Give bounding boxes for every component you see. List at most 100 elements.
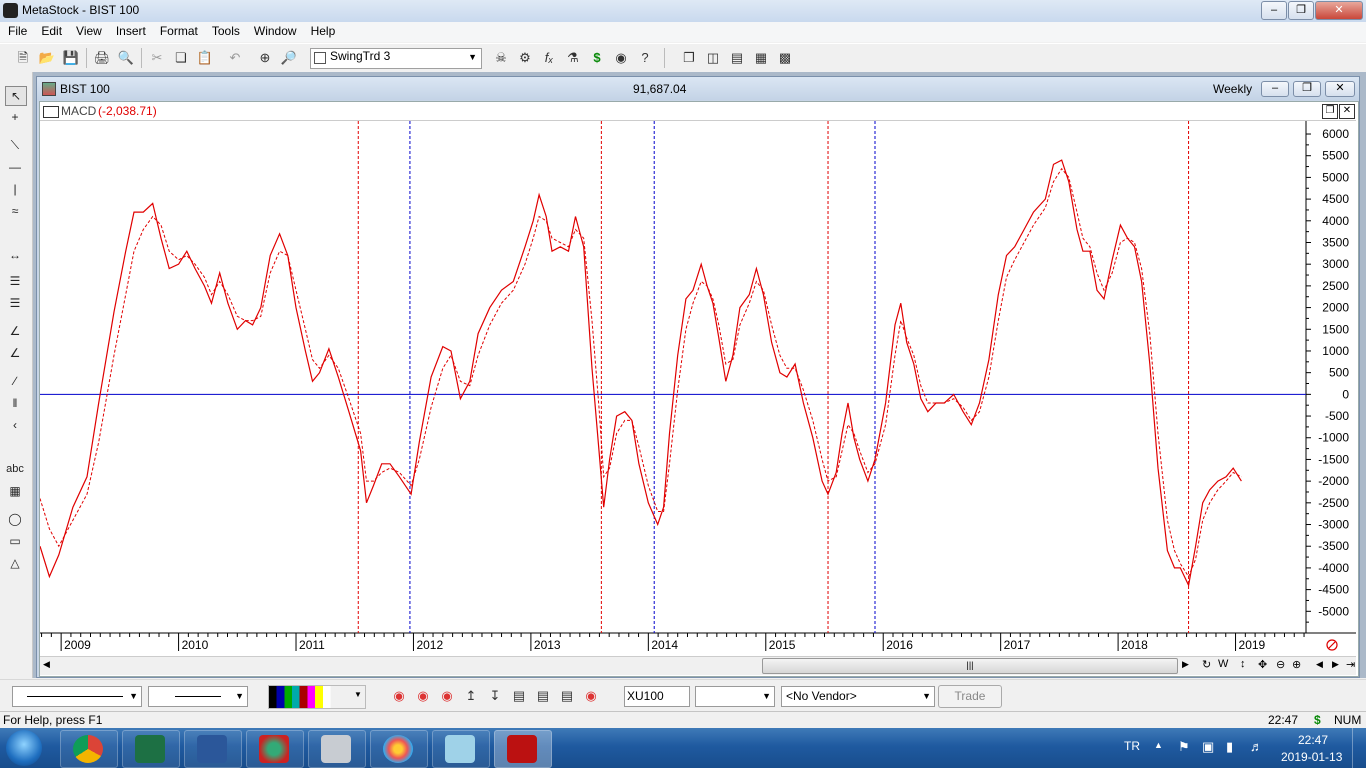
vertical-line-icon[interactable]: |: [5, 180, 25, 198]
scroll-icon[interactable]: ↔: [5, 246, 25, 264]
time-zones-icon[interactable]: ‖: [5, 394, 25, 412]
taskbar-paint[interactable]: [370, 730, 428, 768]
tile-grid-icon[interactable]: ▦: [752, 49, 770, 67]
formula-icon[interactable]: fₓ: [540, 49, 558, 67]
browser-icon-1[interactable]: ◉: [390, 687, 408, 705]
rectangle-icon[interactable]: ▭: [5, 532, 25, 550]
move-icon[interactable]: ✥: [1258, 658, 1267, 671]
undo-icon[interactable]: ↶: [226, 49, 244, 67]
taskbar-word[interactable]: [184, 730, 242, 768]
taskbar-metastock-net[interactable]: [246, 730, 304, 768]
explorer-icon[interactable]: ☠: [492, 49, 510, 67]
fibonacci-icon[interactable]: ☰: [5, 272, 25, 290]
dollar-icon[interactable]: $: [588, 49, 606, 67]
taskbar-chrome[interactable]: [60, 730, 118, 768]
close-button[interactable]: ✕: [1315, 1, 1363, 20]
system-tester-icon[interactable]: ⚗: [564, 49, 582, 67]
save-icon[interactable]: 💾: [62, 49, 80, 67]
horizontal-scrollbar[interactable]: ◀ ||| ▶ ↻ W ↕ ✥ ⊖ ⊕ ◀ ▶ ⇥: [40, 656, 1356, 675]
browser-icon-4[interactable]: ◉: [582, 687, 600, 705]
flag-icon[interactable]: ⚑: [1178, 739, 1190, 755]
zoom-vertical-icon[interactable]: ↕: [1240, 658, 1246, 670]
clock-date[interactable]: 2019-01-13: [1281, 750, 1342, 764]
device-icon[interactable]: ▣: [1202, 739, 1214, 755]
menu-file[interactable]: File: [0, 22, 33, 38]
page-right-icon[interactable]: ▶: [1332, 659, 1339, 670]
page-left-icon[interactable]: ◀: [1316, 659, 1323, 670]
menu-view[interactable]: View: [68, 22, 108, 38]
chart-restore-button[interactable]: ❐: [1293, 81, 1321, 97]
layout-icon-2[interactable]: ▤: [534, 687, 552, 705]
end-icon[interactable]: ⇥: [1346, 658, 1355, 671]
weekly-icon[interactable]: W: [1218, 658, 1228, 670]
trendline-icon[interactable]: ⟍: [5, 136, 25, 154]
ellipse-icon[interactable]: ◯: [5, 510, 25, 528]
clock-time[interactable]: 22:47: [1298, 733, 1328, 747]
template-select[interactable]: SwingTrd 3 ▼: [310, 48, 482, 69]
scroll-left-icon[interactable]: ◀: [43, 659, 50, 670]
scroll-thumb[interactable]: |||: [762, 658, 1178, 674]
binoculars-icon[interactable]: ◉: [612, 49, 630, 67]
chart-minimize-button[interactable]: –: [1261, 81, 1289, 97]
retracement-icon[interactable]: ☰: [5, 294, 25, 312]
print-preview-icon[interactable]: 🔍: [117, 49, 135, 67]
taskbar-calculator[interactable]: [308, 730, 366, 768]
pane-close-icon[interactable]: ✕: [1339, 104, 1355, 119]
line-weight-select[interactable]: ▼: [148, 686, 248, 707]
vendor-select[interactable]: <No Vendor> ▼: [781, 686, 935, 707]
tile-horizontal-icon[interactable]: ▤: [728, 49, 746, 67]
volume-icon[interactable]: ♬: [1250, 739, 1263, 754]
crosshair-icon[interactable]: ⊕: [256, 49, 274, 67]
tile-vertical-icon[interactable]: ◫: [704, 49, 722, 67]
minimize-button[interactable]: –: [1261, 1, 1287, 20]
menu-insert[interactable]: Insert: [108, 22, 152, 38]
zoom-in-icon[interactable]: ⊕: [1292, 658, 1301, 671]
layout-icon-1[interactable]: ▤: [510, 687, 528, 705]
paste-icon[interactable]: 📋: [196, 49, 214, 67]
cascade-icon[interactable]: ❐: [680, 49, 698, 67]
cut-icon[interactable]: ✂: [148, 49, 166, 67]
fan-lines-icon[interactable]: ∠: [5, 322, 25, 340]
browser-icon-2[interactable]: ◉: [414, 687, 432, 705]
menu-edit[interactable]: Edit: [33, 22, 68, 38]
start-button[interactable]: [6, 730, 42, 766]
periodicity-select[interactable]: ▼: [695, 686, 775, 707]
taskbar-notes[interactable]: [432, 730, 490, 768]
zoom-out-icon[interactable]: ⊖: [1276, 658, 1285, 671]
grid-icon[interactable]: ▦: [5, 482, 25, 500]
triangle-icon[interactable]: △: [5, 554, 25, 572]
pane-restore-icon[interactable]: ❐: [1322, 104, 1338, 119]
help-pointer-icon[interactable]: ?: [636, 49, 654, 67]
show-desktop-button[interactable]: [1352, 728, 1366, 768]
language-indicator[interactable]: TR: [1124, 739, 1140, 753]
export-icon[interactable]: ↥: [462, 687, 480, 705]
arrange-icon[interactable]: ▩: [776, 49, 794, 67]
taskbar-metastock[interactable]: [494, 730, 552, 768]
refresh-icon[interactable]: ↻: [1202, 658, 1211, 671]
tray-expand-icon[interactable]: ▲: [1154, 740, 1163, 750]
scroll-right-icon[interactable]: ▶: [1182, 659, 1189, 670]
horizontal-line-icon[interactable]: —: [5, 158, 25, 176]
color-palette[interactable]: [268, 685, 366, 709]
menu-format[interactable]: Format: [152, 22, 204, 38]
chart-close-button[interactable]: ✕: [1325, 81, 1355, 97]
menu-help[interactable]: Help: [303, 22, 342, 38]
chart-titlebar[interactable]: BIST 100 91,687.04 Weekly – ❐ ✕: [37, 77, 1359, 100]
menu-tools[interactable]: Tools: [204, 22, 246, 38]
expert-icon[interactable]: ⚙: [516, 49, 534, 67]
import-icon[interactable]: ↧: [486, 687, 504, 705]
taskbar-excel[interactable]: [122, 730, 180, 768]
pointer-icon[interactable]: ↖: [5, 86, 27, 106]
print-icon[interactable]: 🖨: [93, 49, 111, 67]
zoom-icon[interactable]: 🔎: [280, 49, 298, 67]
menu-window[interactable]: Window: [246, 22, 303, 38]
layout-icon-3[interactable]: ▤: [558, 687, 576, 705]
crosshair-tool-icon[interactable]: +: [5, 108, 25, 126]
parallel-lines-icon[interactable]: ∕: [5, 372, 25, 390]
browser-icon-3[interactable]: ◉: [438, 687, 456, 705]
cycle-lines-icon[interactable]: ≈: [5, 202, 25, 220]
symbol-input[interactable]: XU100: [624, 686, 690, 707]
palette-dropdown-icon[interactable]: ▼: [354, 690, 362, 699]
maximize-button[interactable]: ❐: [1288, 1, 1314, 20]
arc-icon[interactable]: ‹: [5, 416, 25, 434]
